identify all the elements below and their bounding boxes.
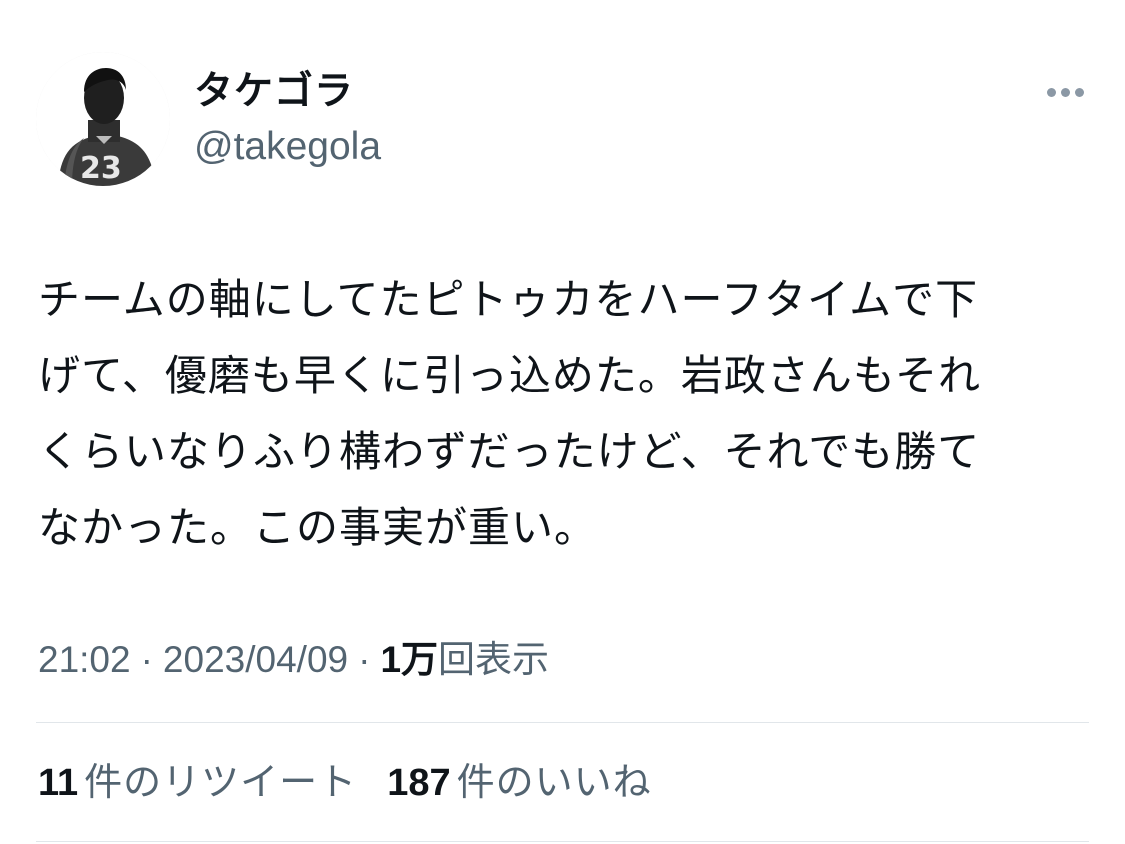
views-count: 1万 bbox=[380, 639, 439, 680]
tweet-text: チームの軸にしてたピトゥカをハーフタイムで下 げて、優磨も早くに引っ込めた。岩政… bbox=[38, 275, 982, 552]
tweet-date[interactable]: 2023/04/09 bbox=[163, 639, 348, 680]
more-horizontal-icon-dot-2 bbox=[1060, 87, 1070, 97]
likes-count: 187 bbox=[387, 762, 451, 804]
likes-label: 件のいいね bbox=[456, 762, 652, 804]
divider-top bbox=[36, 722, 1089, 723]
divider-bottom bbox=[36, 841, 1089, 842]
retweets-count: 11 bbox=[38, 762, 79, 804]
meta-separator-2: · bbox=[358, 639, 371, 680]
user-handle[interactable]: @takegola bbox=[194, 124, 381, 170]
tweet-stats: 11 件のリツイート 187 件のいいね bbox=[38, 752, 652, 814]
more-horizontal-icon bbox=[1046, 87, 1056, 97]
tweet-time[interactable]: 21:02 bbox=[38, 639, 131, 680]
svg-text:23: 23 bbox=[80, 151, 122, 186]
retweets-stat[interactable]: 11 件のリツイート bbox=[38, 752, 357, 814]
views-label: 回表示 bbox=[438, 639, 550, 680]
display-name[interactable]: タケゴラ bbox=[194, 68, 381, 116]
more-horizontal-icon-dot-3 bbox=[1074, 87, 1084, 97]
likes-stat[interactable]: 187 件のいいね bbox=[387, 752, 651, 814]
user-info: タケゴラ @takegola bbox=[194, 68, 381, 170]
retweets-label: 件のリツイート bbox=[84, 762, 358, 804]
meta-separator: · bbox=[140, 639, 153, 680]
tweet-header: 23 タケゴラ @takegola bbox=[36, 52, 1089, 188]
more-options-button[interactable] bbox=[1041, 76, 1089, 108]
user-avatar[interactable]: 23 bbox=[36, 52, 170, 186]
avatar-photo-icon: 23 bbox=[36, 52, 170, 186]
tweet-meta: 21:02 · 2023/04/09 · 1万回表示 bbox=[38, 632, 549, 688]
